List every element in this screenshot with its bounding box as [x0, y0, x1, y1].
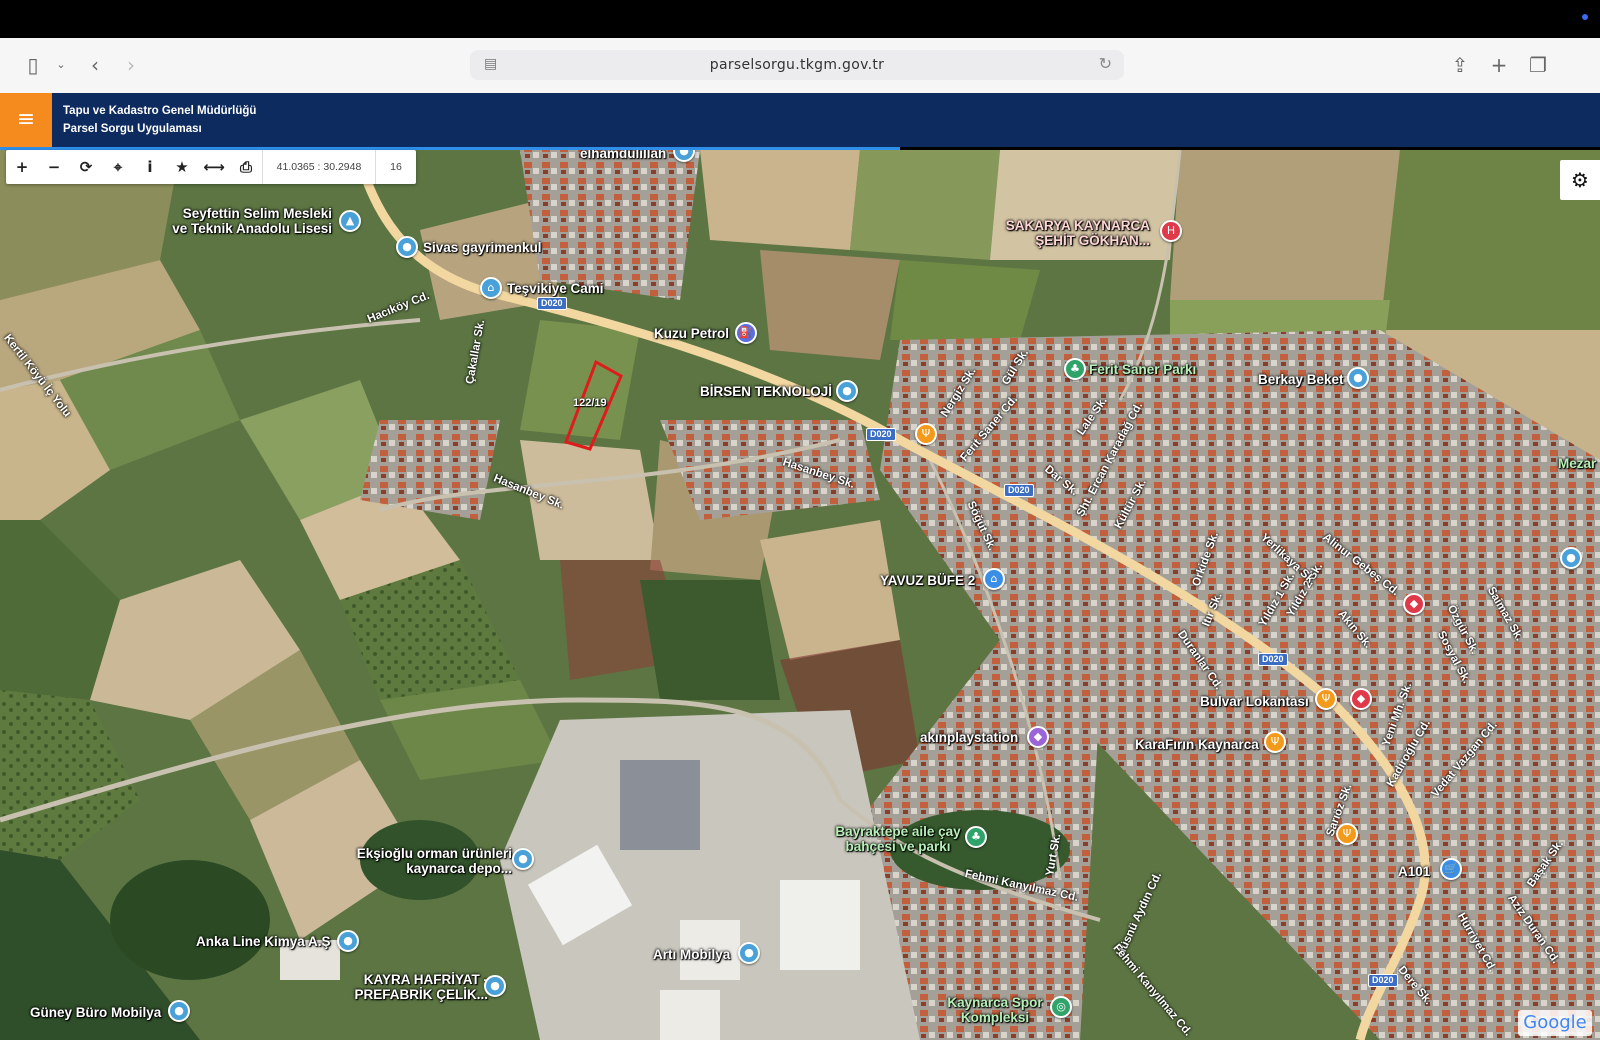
- shop-icon[interactable]: ◆: [1350, 688, 1372, 710]
- address-bar[interactable]: ▤ parselsorgu.tkgm.gov.tr ↻: [470, 50, 1124, 80]
- place-label-guney-buro[interactable]: Güney Büro Mobilya: [30, 1005, 161, 1020]
- coordinates-display: 41.0365 : 30.2948: [262, 150, 375, 184]
- new-tab-icon[interactable]: +: [1486, 52, 1512, 78]
- place-label-kaynarca-spor[interactable]: Kaynarca Spor Kompleksi: [940, 995, 1050, 1025]
- road-shield: D020: [1368, 974, 1398, 987]
- pin-icon[interactable]: ●: [484, 975, 506, 997]
- place-label-sakarya-kaynarca-hastane[interactable]: SAKARYA KAYNARCA ŞEHİT GÖKHAN...: [1000, 218, 1150, 248]
- sport-icon[interactable]: ◎: [1050, 996, 1072, 1018]
- app-header: ≡ Tapu ve Kadastro Genel Müdürlüğü Parse…: [0, 93, 1600, 147]
- hamburger-menu-button[interactable]: ≡: [0, 93, 52, 147]
- zoom-level-display: 16: [375, 150, 416, 184]
- place-label-mezar[interactable]: Mezar: [1558, 456, 1596, 471]
- hospital-icon[interactable]: H: [1160, 220, 1182, 242]
- locate-button[interactable]: ⌖: [102, 150, 134, 184]
- zoom-out-button[interactable]: −: [38, 150, 70, 184]
- road-shield: D020: [537, 297, 567, 310]
- school-icon[interactable]: ▲: [339, 210, 361, 232]
- park-icon[interactable]: ♣: [1064, 358, 1086, 380]
- place-label-akinplaystation[interactable]: akınplaystation: [920, 730, 1018, 745]
- road-shield: D020: [1004, 484, 1034, 497]
- status-dot: [1582, 14, 1588, 20]
- place-label-sivas-gayrimenkul[interactable]: Sivas gayrimenkul: [423, 240, 542, 255]
- settings-gear-icon[interactable]: ⚙: [1560, 160, 1600, 200]
- browser-toolbar: ▯ ⌄ ‹ › ▤ parselsorgu.tkgm.gov.tr ↻ ⇪ + …: [0, 38, 1600, 94]
- parcel-label[interactable]: 122/19: [573, 397, 607, 409]
- satellite-imagery: [0, 150, 1600, 1040]
- place-label-ferit-saner-parki[interactable]: Ferit Saner Parkı: [1089, 362, 1196, 377]
- pin-icon[interactable]: ●: [396, 236, 418, 258]
- app-title-line2: Parsel Sorgu Uygulaması: [63, 123, 202, 135]
- map-toolbar: + − ⟳ ⌖ i ★ ⟷ ⎙ 41.0365 : 30.2948 16: [6, 150, 416, 184]
- place-label-kayra-hafriyat[interactable]: KAYRA HAFRİYAT - PREFABRİK ÇELİK...: [340, 972, 488, 1002]
- sidebar-toggle-icon[interactable]: ▯: [20, 52, 46, 78]
- restaurant-icon[interactable]: Ψ: [1315, 688, 1337, 710]
- fuel-icon[interactable]: ⛽: [735, 322, 757, 344]
- place-label-birsen-teknoloji[interactable]: BİRSEN TEKNOLOJİ: [700, 384, 832, 399]
- place-label-berkay-beket[interactable]: Berkay Beket: [1258, 372, 1344, 387]
- refresh-button[interactable]: ⟳: [70, 150, 102, 184]
- chevron-down-icon[interactable]: ⌄: [48, 52, 74, 78]
- url-text[interactable]: parselsorgu.tkgm.gov.tr: [470, 57, 1124, 73]
- measure-button[interactable]: ⟷: [198, 150, 230, 184]
- pin-icon[interactable]: ●: [1347, 367, 1369, 389]
- road-shield: D020: [1258, 653, 1288, 666]
- restaurant-icon[interactable]: Ψ: [1264, 731, 1286, 753]
- share-icon[interactable]: ⇪: [1447, 52, 1473, 78]
- place-label-elhamdulillah[interactable]: elhamdülillah: [580, 150, 666, 161]
- cart-icon[interactable]: 🛒: [1440, 858, 1462, 880]
- pin-icon[interactable]: ●: [337, 930, 359, 952]
- app-title: Tapu ve Kadastro Genel Müdürlüğü Parsel …: [63, 102, 256, 138]
- pin-icon[interactable]: ●: [836, 380, 858, 402]
- favorite-button[interactable]: ★: [166, 150, 198, 184]
- place-label-bayraktepe-parki[interactable]: Bayraktepe aile çay bahçesi ve parkı: [830, 824, 966, 854]
- system-status-bar: [0, 0, 1600, 38]
- tabs-overview-icon[interactable]: ❐: [1525, 52, 1551, 78]
- place-label-a101[interactable]: A101: [1398, 864, 1430, 879]
- place-label-arti-mobilya[interactable]: Artı Mobilya: [653, 947, 730, 962]
- zoom-in-button[interactable]: +: [6, 150, 38, 184]
- app-title-line1: Tapu ve Kadastro Genel Müdürlüğü: [63, 105, 257, 117]
- pin-icon[interactable]: ●: [512, 848, 534, 870]
- back-icon[interactable]: ‹: [82, 52, 108, 78]
- place-label-yavuz-bufe[interactable]: YAVUZ BÜFE 2: [880, 573, 975, 588]
- place-label-tesvikiye-cami[interactable]: Teşvikiye Cami: [507, 281, 604, 296]
- place-label-anka-line-kimya[interactable]: Anka Line Kimya A.Ş: [196, 934, 331, 949]
- pin-icon[interactable]: ●: [738, 942, 760, 964]
- shop-icon[interactable]: ⌂: [983, 568, 1005, 590]
- mosque-icon[interactable]: ⌂: [480, 277, 502, 299]
- pin-icon[interactable]: ●: [168, 1000, 190, 1022]
- print-button[interactable]: ⎙: [230, 150, 262, 184]
- map-canvas[interactable]: 122/19 elhamdülillah ● Seyfettin Selim M…: [0, 150, 1600, 1040]
- road-shield: D020: [866, 428, 896, 441]
- google-attribution: Google: [1518, 1010, 1592, 1036]
- shop-icon[interactable]: ◆: [1403, 593, 1425, 615]
- game-icon[interactable]: ◆: [1027, 726, 1049, 748]
- place-label-bulvar-lokantasi[interactable]: Bulvar Lokantası: [1200, 694, 1309, 709]
- place-label-karafirin-kaynarca[interactable]: KaraFırın Kaynarca: [1135, 737, 1259, 752]
- reload-icon[interactable]: ↻: [1099, 54, 1112, 74]
- place-label-kuzu-petrol[interactable]: Kuzu Petrol: [654, 326, 729, 341]
- park-icon[interactable]: ♣: [965, 826, 987, 848]
- forward-icon[interactable]: ›: [118, 52, 144, 78]
- place-label-eksioglu[interactable]: Ekşioğlu orman ürünleri kaynarca depo...: [342, 846, 512, 876]
- place-label-seyfettin-selim-lisesi[interactable]: Seyfettin Selim Mesleki ve Teknik Anadol…: [172, 206, 332, 236]
- info-button[interactable]: i: [134, 150, 166, 184]
- restaurant-icon[interactable]: Ψ: [915, 423, 937, 445]
- pin-icon[interactable]: ●: [1560, 547, 1582, 569]
